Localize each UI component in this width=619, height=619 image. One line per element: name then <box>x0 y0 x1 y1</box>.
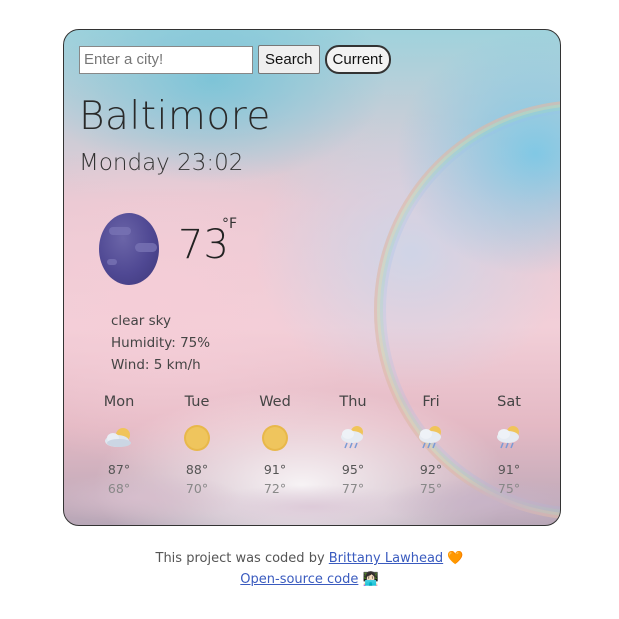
forecast-min-temp: 75° <box>497 481 521 496</box>
forecast-day: Tue 88° 70° <box>158 394 236 496</box>
forecast-max-temp: 91° <box>263 462 287 477</box>
rain-cloud-icon <box>314 418 392 458</box>
current-location-button[interactable]: Current <box>324 45 391 74</box>
forecast-min-temp: 72° <box>263 481 287 496</box>
forecast-day-name: Wed <box>259 394 291 410</box>
forecast-day: Fri 92° 75° <box>392 394 470 496</box>
weather-card: Search Current Baltimore Monday 23:02 73… <box>63 29 561 526</box>
forecast-min-temp: 77° <box>341 481 365 496</box>
forecast-max-temp: 88° <box>185 462 209 477</box>
sun-icon <box>236 418 314 458</box>
forecast-day-name: Tue <box>184 394 210 410</box>
partly-cloudy-icon <box>80 418 158 458</box>
forecast-day: Sat 91° 75° <box>470 394 548 496</box>
weather-description: clear sky <box>111 313 171 329</box>
wind-speed: Wind: 5 km/h <box>111 357 201 373</box>
forecast-max-temp: 87° <box>107 462 131 477</box>
coder-emoji-icon: 👩🏻‍💻 <box>362 572 379 587</box>
forecast-min-temp: 75° <box>419 481 443 496</box>
source-line: Open-source code 👩🏻‍💻 <box>0 569 619 590</box>
author-link[interactable]: Brittany Lawhead <box>329 551 443 566</box>
heart-icon: 🧡 <box>447 551 464 566</box>
forecast-day: Mon 87° 68° <box>80 394 158 496</box>
forecast-day-name: Fri <box>422 394 440 410</box>
moon-icon <box>99 213 159 285</box>
search-button[interactable]: Search <box>258 45 320 74</box>
weather-details: clear sky Humidity: 75% Wind: 5 km/h <box>111 310 210 376</box>
forecast-max-temp: 92° <box>419 462 443 477</box>
forecast-min-temp: 68° <box>107 481 131 496</box>
rain-cloud-icon <box>392 418 470 458</box>
forecast-max-temp: 95° <box>341 462 365 477</box>
forecast-day-name: Thu <box>339 394 367 410</box>
date-time: Monday 23:02 <box>79 150 244 176</box>
credit-text: This project was coded by <box>155 551 329 566</box>
forecast-row: Mon 87° 68° Tue 88° 70° Wed 91° 72° Thu … <box>80 394 548 496</box>
rain-cloud-icon <box>470 418 548 458</box>
forecast-day-name: Mon <box>103 394 135 410</box>
city-name: Baltimore <box>79 94 271 139</box>
search-form: Search Current <box>79 45 391 74</box>
forecast-max-temp: 91° <box>497 462 521 477</box>
credit-line: This project was coded by Brittany Lawhe… <box>0 548 619 569</box>
forecast-min-temp: 70° <box>185 481 209 496</box>
sun-icon <box>158 418 236 458</box>
city-search-input[interactable] <box>79 45 253 74</box>
open-source-link[interactable]: Open-source code <box>240 572 358 587</box>
humidity: Humidity: 75% <box>111 335 211 351</box>
forecast-day: Wed 91° 72° <box>236 394 314 496</box>
forecast-day: Thu 95° 77° <box>314 394 392 496</box>
footer: This project was coded by Brittany Lawhe… <box>0 548 619 590</box>
temperature-unit-toggle[interactable]: °F <box>222 216 237 232</box>
forecast-day-name: Sat <box>497 394 521 410</box>
